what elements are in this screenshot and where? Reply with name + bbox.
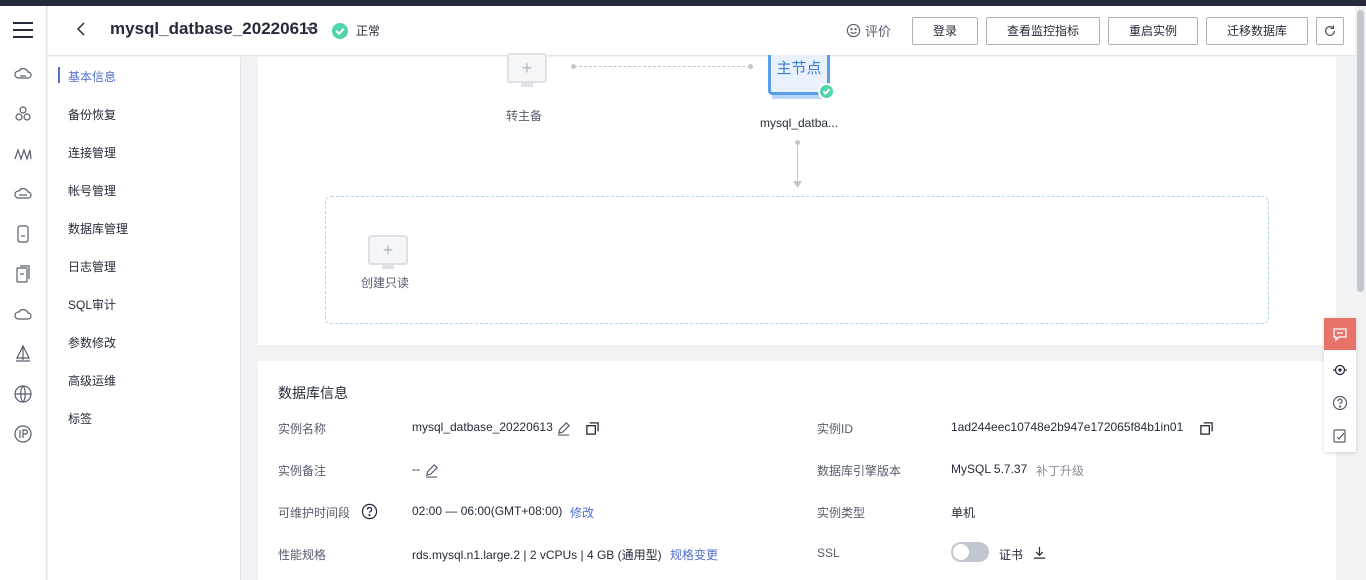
status-text: 正常 xyxy=(356,24,381,38)
network-icon[interactable] xyxy=(13,144,33,164)
spec-value: rds.mysql.n1.large.2 | 2 vCPUs | 4 GB (通… xyxy=(412,548,662,562)
spec-label: 性能规格 xyxy=(278,548,327,562)
topology-card: 转主备 主节点 mysql_datba... 创建只读 xyxy=(258,53,1336,345)
standby-link-line xyxy=(574,66,750,67)
sail-icon[interactable] xyxy=(13,344,33,364)
cluster-icon[interactable] xyxy=(13,104,33,124)
modify-maintenance-link[interactable]: 修改 xyxy=(570,504,594,521)
sidebar-item-basic-info[interactable]: 基本信息 xyxy=(68,68,116,85)
feedback-icon[interactable] xyxy=(1332,428,1348,444)
sidebar-item-parameters[interactable]: 参数修改 xyxy=(68,334,116,351)
menu-icon[interactable] xyxy=(13,22,33,38)
sidebar-item-databases[interactable]: 数据库管理 xyxy=(68,220,128,237)
help-icon[interactable] xyxy=(361,503,378,520)
db-info-card: 数据库信息 实例名称 mysql_datbase_20220613 实例ID 1… xyxy=(258,361,1336,580)
instance-type-label: 实例类型 xyxy=(817,506,866,520)
monitor-stand xyxy=(382,265,394,269)
document-icon[interactable] xyxy=(13,264,33,284)
chevron-down-icon[interactable] xyxy=(306,27,314,32)
sidebar-nav: 基本信息 备份恢复 连接管理 帐号管理 数据库管理 日志管理 SQL审计 参数修… xyxy=(48,57,241,580)
maintenance-label: 可维护时间段 xyxy=(278,506,351,520)
remark-value: -- xyxy=(412,462,420,476)
chat-icon xyxy=(1333,328,1347,342)
instance-type-value: 单机 xyxy=(951,506,976,520)
status-ok-icon xyxy=(818,83,835,100)
rate-link[interactable]: 评价 xyxy=(846,21,891,40)
section-title: 数据库信息 xyxy=(278,385,348,401)
master-node-text: 主节点 xyxy=(776,60,822,77)
patch-upgrade-link[interactable]: 补丁升级 xyxy=(1036,462,1084,479)
edit-icon[interactable] xyxy=(424,463,440,479)
monitor-plus-icon xyxy=(368,235,408,265)
instance-name-value: mysql_datbase_20220613 xyxy=(412,420,553,434)
smile-icon xyxy=(846,23,861,38)
status-ok-icon xyxy=(332,22,348,39)
status-badge: 正常 xyxy=(332,22,380,39)
refresh-button[interactable] xyxy=(1316,17,1344,45)
copy-icon[interactable] xyxy=(1199,421,1215,437)
sidebar-item-backup-restore[interactable]: 备份恢复 xyxy=(68,106,116,123)
globe-icon[interactable] xyxy=(13,384,33,404)
certificate-label: 证书 xyxy=(999,548,1024,562)
view-monitor-button[interactable]: 查看监控指标 xyxy=(986,17,1100,45)
instance-id-label: 实例ID xyxy=(817,422,854,436)
cloud-disk-icon[interactable] xyxy=(13,184,33,204)
cloud-server-icon[interactable] xyxy=(13,64,33,84)
service-rail xyxy=(0,6,47,580)
sidebar-item-advanced-ops[interactable]: 高级运维 xyxy=(68,372,116,389)
master-base xyxy=(772,95,826,99)
create-readonly-button[interactable] xyxy=(368,235,408,269)
remark-label: 实例备注 xyxy=(278,464,327,478)
readonly-area xyxy=(325,196,1269,324)
rate-label: 评价 xyxy=(865,24,892,39)
instance-title: mysql_datbase_20220613 xyxy=(110,19,318,38)
cloud-icon[interactable] xyxy=(13,304,33,324)
maintenance-value: 02:00 — 06:00(GMT+08:00) xyxy=(412,504,563,518)
storage-icon[interactable] xyxy=(13,224,33,244)
active-indicator xyxy=(58,67,60,83)
master-node[interactable]: 主节点 xyxy=(768,55,835,103)
master-node-name[interactable]: mysql_datba... xyxy=(760,116,838,130)
monitor-stand xyxy=(521,83,533,87)
sidebar-item-logs[interactable]: 日志管理 xyxy=(68,258,116,275)
page-header: mysql_datbase_20220613 正常 评价 登录 查看监控指标 重… xyxy=(48,6,1355,56)
instance-name-label: 实例名称 xyxy=(278,422,327,436)
restart-instance-button[interactable]: 重启实例 xyxy=(1108,17,1198,45)
ip-icon[interactable] xyxy=(13,424,33,444)
ssl-label: SSL xyxy=(817,546,840,560)
arrow-down-icon xyxy=(793,181,802,188)
scrollbar-thumb[interactable] xyxy=(1357,10,1364,292)
download-icon[interactable] xyxy=(1032,545,1048,561)
create-readonly-label[interactable]: 创建只读 xyxy=(361,274,409,291)
link-endpoint xyxy=(748,64,753,69)
change-spec-link[interactable]: 规格变更 xyxy=(670,546,718,563)
readonly-link-line xyxy=(797,145,798,185)
page-scrollbar[interactable] xyxy=(1355,6,1366,580)
floating-toolbar xyxy=(1324,318,1356,452)
sidebar-item-tags[interactable]: 标签 xyxy=(68,410,92,427)
ssl-toggle[interactable] xyxy=(951,542,989,562)
edit-icon[interactable] xyxy=(556,421,572,437)
monitor-plus-icon xyxy=(507,53,547,83)
link-endpoint xyxy=(571,64,576,69)
standby-label: 转主备 xyxy=(506,109,543,123)
sidebar-item-accounts[interactable]: 帐号管理 xyxy=(68,182,116,199)
back-icon[interactable] xyxy=(74,21,90,37)
instance-id-value: 1ad244eec10748e2b947e172065f84b1in01 xyxy=(951,420,1184,434)
copy-icon[interactable] xyxy=(585,421,601,437)
login-button[interactable]: 登录 xyxy=(912,17,978,45)
refresh-icon xyxy=(1324,25,1336,36)
sidebar-item-sql-audit[interactable]: SQL审计 xyxy=(68,296,116,313)
sidebar-item-connection[interactable]: 连接管理 xyxy=(68,144,116,161)
chat-button[interactable] xyxy=(1324,318,1356,350)
help-icon[interactable] xyxy=(1332,395,1348,411)
migrate-database-button[interactable]: 迁移数据库 xyxy=(1206,17,1308,45)
service-icon[interactable] xyxy=(1332,362,1348,378)
standby-node-add[interactable] xyxy=(507,53,547,87)
engine-label: 数据库引擎版本 xyxy=(817,464,902,478)
engine-value: MySQL 5.7.37 xyxy=(951,462,1028,476)
